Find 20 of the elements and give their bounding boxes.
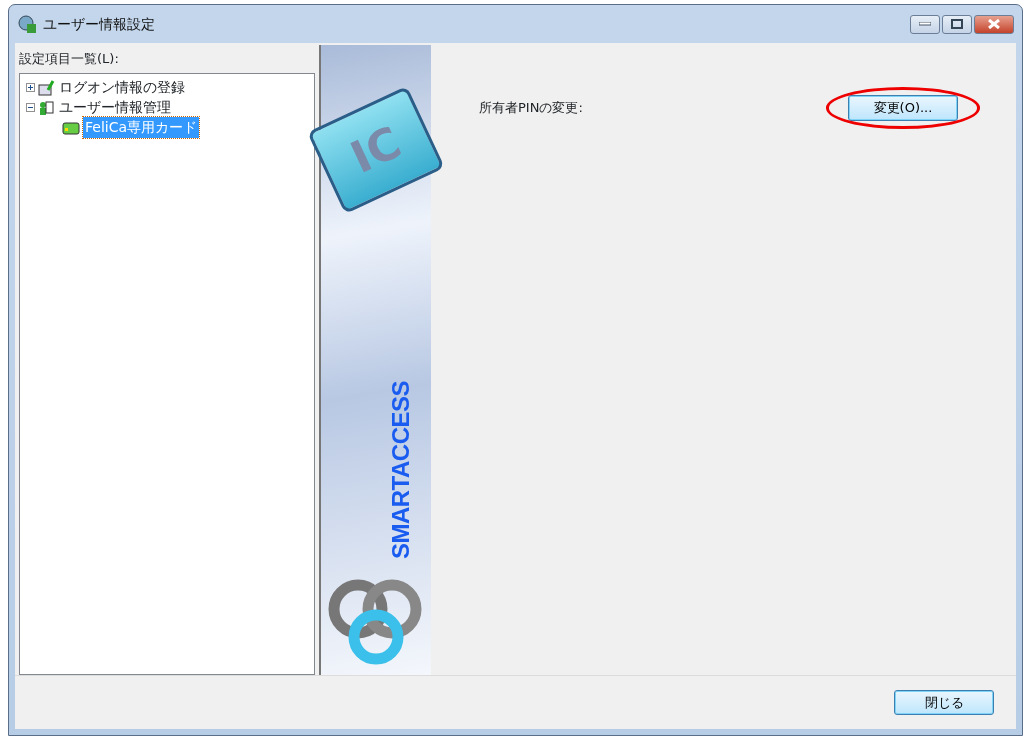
maximize-button[interactable] (942, 14, 972, 34)
tree-item[interactable]: ログオン情報の登録 (59, 77, 185, 98)
list-label: 設定項目一覧(L): (19, 50, 120, 68)
maximize-icon (951, 19, 963, 29)
expand-icon[interactable] (26, 83, 35, 92)
close-dialog-button[interactable]: 閉じる (894, 689, 994, 716)
close-icon (988, 19, 1000, 29)
user-icon (38, 99, 56, 116)
minimize-icon (919, 22, 931, 26)
tree-item[interactable]: ユーザー情報管理 (59, 97, 171, 118)
brand-text: SMARTACCESS (386, 380, 415, 559)
window-title: ユーザー情報設定 (43, 14, 155, 34)
change-button[interactable]: 変更(O)... (848, 95, 958, 121)
minimize-button[interactable] (910, 14, 940, 34)
setting-label: 所有者PINの変更: (479, 99, 583, 117)
app-icon (17, 14, 37, 34)
close-button[interactable] (974, 14, 1014, 34)
logon-icon (38, 79, 56, 96)
collapse-icon[interactable] (26, 103, 35, 112)
card-icon (62, 119, 80, 136)
